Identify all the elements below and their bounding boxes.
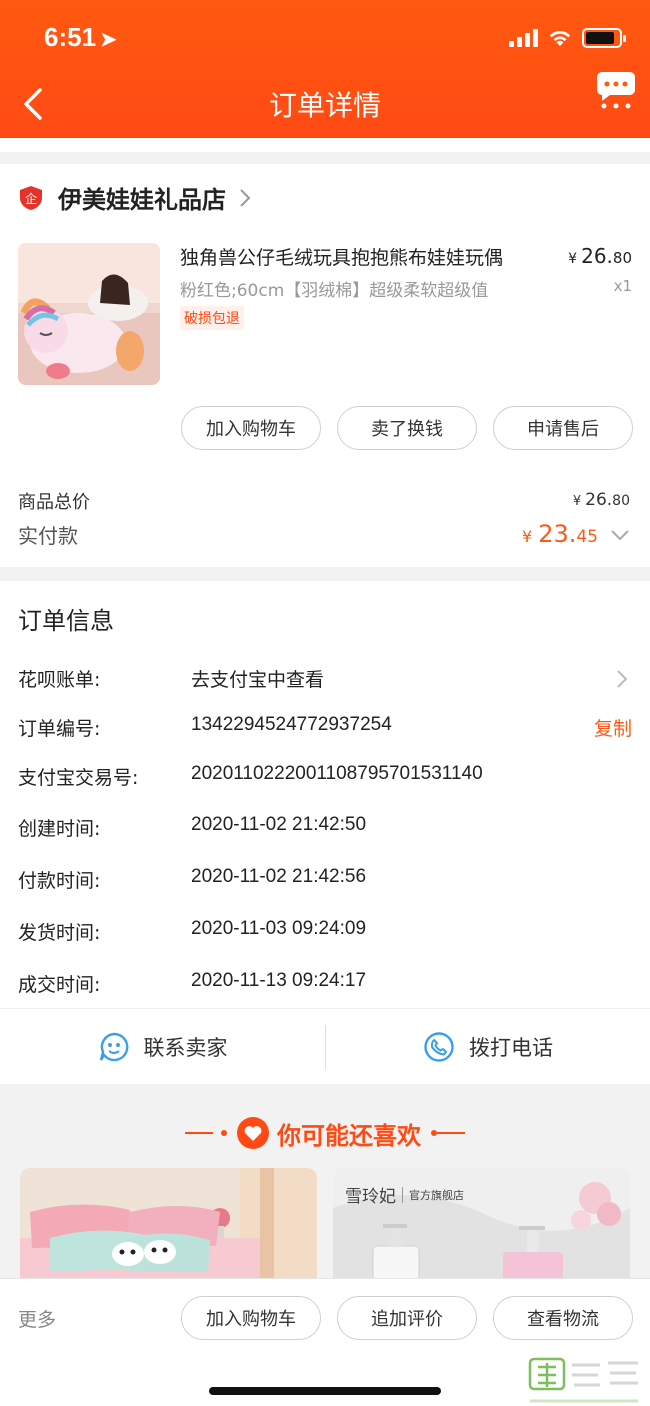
bottom-action-bar: 更多 加入购物车 追加评价 查看物流 (0, 1278, 650, 1406)
row-value[interactable]: 去支付宝中查看 (191, 665, 324, 692)
decor-dot (221, 1130, 227, 1136)
chevron-down-icon[interactable] (610, 528, 630, 542)
decor-line (185, 1132, 213, 1134)
shipped-time-row: 发货时间: 2020-11-03 09:24:09 (18, 918, 632, 948)
more-button[interactable]: 更多 (18, 1305, 56, 1332)
row-label: 创建时间: (18, 818, 101, 840)
price-int: 26. (581, 244, 613, 268)
phone-icon (424, 1032, 454, 1062)
row-value: 2020110222001108795701531140 (191, 763, 483, 784)
chevron-right-icon (617, 670, 628, 688)
recommend-header: 你可能还喜欢 (0, 1108, 650, 1158)
order-detail-page: 6:51 ➤ 订单详情 企 伊美娃娃礼品店 独角兽公仔毛绒玩具抱抱熊布娃娃玩偶 … (0, 0, 650, 1406)
contact-seller-label: 联系卖家 (143, 1036, 228, 1060)
row-label: 支付宝交易号: (18, 767, 139, 789)
service-tag: 破损包退 (180, 306, 244, 330)
total-label: 商品总价 (18, 492, 90, 513)
row-value: 1342294524772937254 (191, 714, 392, 735)
shop-header[interactable]: 企 伊美娃娃礼品店 (18, 180, 252, 215)
copy-button[interactable]: 复制 (594, 714, 632, 741)
total-dec: 80 (612, 493, 630, 509)
decor-line (437, 1132, 465, 1134)
product-title[interactable]: 独角兽公仔毛绒玩具抱抱熊布娃娃玩偶 (180, 243, 540, 270)
page-title: 订单详情 (268, 89, 381, 122)
currency-symbol: ¥ (572, 494, 582, 509)
alipay-trade-row: 支付宝交易号: 2020110222001108795701531140 (18, 763, 632, 793)
seller-chat-icon (99, 1032, 128, 1062)
row-label: 发货时间: (18, 922, 101, 944)
unicorn-plush-image (18, 243, 160, 385)
bedding-image (20, 1168, 317, 1288)
location-arrow-icon: ➤ (100, 29, 117, 51)
price-dec: 80 (612, 249, 632, 267)
product-image[interactable] (18, 243, 160, 385)
add-review-button[interactable]: 追加评价 (337, 1296, 477, 1340)
chevron-right-icon (240, 188, 251, 207)
row-value: 2020-11-02 21:42:56 (191, 866, 367, 887)
row-value: 2020-11-13 09:24:17 (191, 970, 367, 991)
add-to-cart-button[interactable]: 加入购物车 (181, 1296, 321, 1340)
call-phone-button[interactable]: 拨打电话 (326, 1009, 650, 1085)
resell-button[interactable]: 卖了换钱 (337, 406, 477, 450)
svg-text:企: 企 (25, 191, 37, 206)
status-strip (0, 138, 650, 152)
brand-name: 雪玲妃 (345, 1187, 396, 1207)
paid-time-row: 付款时间: 2020-11-02 21:42:56 (18, 866, 632, 896)
header: 6:51 ➤ 订单详情 (0, 0, 650, 138)
total-value: ¥26.80 (573, 490, 630, 510)
watermark-logo (528, 1357, 638, 1403)
huabei-bill-row[interactable]: 花呗账单: 去支付宝中查看 (18, 665, 632, 695)
enterprise-shop-icon: 企 (20, 185, 42, 210)
paid-dec: 45 (576, 527, 598, 547)
call-phone-label: 拨打电话 (469, 1036, 553, 1060)
product-price: ¥26.80 (568, 244, 632, 268)
recommend-item-bedding[interactable] (20, 1168, 317, 1288)
paid-int: 23. (538, 520, 577, 548)
row-label: 花呗账单: (18, 669, 101, 691)
contact-bar: 联系卖家 拨打电话 (0, 1008, 650, 1084)
row-value: 2020-11-03 09:24:09 (191, 918, 367, 939)
order-number-row: 订单编号: 1342294524772937254 复制 (18, 714, 632, 744)
recommend-item-cosmetics[interactable]: 雪玲妃 官方旗舰店 (333, 1168, 630, 1288)
heart-icon (237, 1117, 269, 1149)
row-value: 2020-11-02 21:42:50 (191, 814, 367, 835)
created-time-row: 创建时间: 2020-11-02 21:42:50 (18, 814, 632, 844)
brand-sub: 官方旗舰店 (409, 1188, 464, 1202)
completed-time-row: 成交时间: 2020-11-13 09:24:17 (18, 970, 632, 1000)
brand-label: 雪玲妃 官方旗舰店 (345, 1182, 464, 1207)
paid-value[interactable]: ¥23.45 (522, 520, 598, 548)
paid-label: 实付款 (18, 524, 78, 548)
view-logistics-button[interactable]: 查看物流 (493, 1296, 633, 1340)
contact-seller-button[interactable]: 联系卖家 (0, 1009, 325, 1085)
message-icon[interactable] (596, 68, 636, 110)
currency-symbol: ¥ (522, 527, 533, 546)
product-quantity: x1 (613, 277, 632, 295)
order-info-title: 订单信息 (18, 607, 114, 635)
shop-card: 企 伊美娃娃礼品店 独角兽公仔毛绒玩具抱抱熊布娃娃玩偶 粉红色;60cm【羽绒棉… (0, 164, 650, 567)
currency-symbol: ¥ (568, 251, 578, 267)
status-time-text: 6:51 (44, 22, 97, 52)
after-sales-button[interactable]: 申请售后 (493, 406, 633, 450)
status-icons (509, 28, 626, 48)
row-label: 成交时间: (18, 974, 101, 996)
shop-name[interactable]: 伊美娃娃礼品店 (58, 180, 226, 215)
product-sku: 粉红色;60cm【羽绒棉】超级柔软超级值 (180, 281, 489, 301)
wifi-icon (549, 30, 571, 46)
battery-icon (582, 28, 626, 48)
row-label: 订单编号: (18, 718, 101, 740)
add-to-cart-button[interactable]: 加入购物车 (181, 406, 321, 450)
row-label: 付款时间: (18, 870, 101, 892)
status-time: 6:51 ➤ (44, 22, 117, 53)
order-info-card: 订单信息 花呗账单: 去支付宝中查看 订单编号: 134229452477293… (0, 581, 650, 1008)
divider (402, 1186, 403, 1203)
total-int: 26. (585, 490, 613, 510)
signal-icon (509, 29, 538, 47)
home-indicator (209, 1387, 441, 1395)
recommend-title: 你可能还喜欢 (277, 1121, 421, 1150)
